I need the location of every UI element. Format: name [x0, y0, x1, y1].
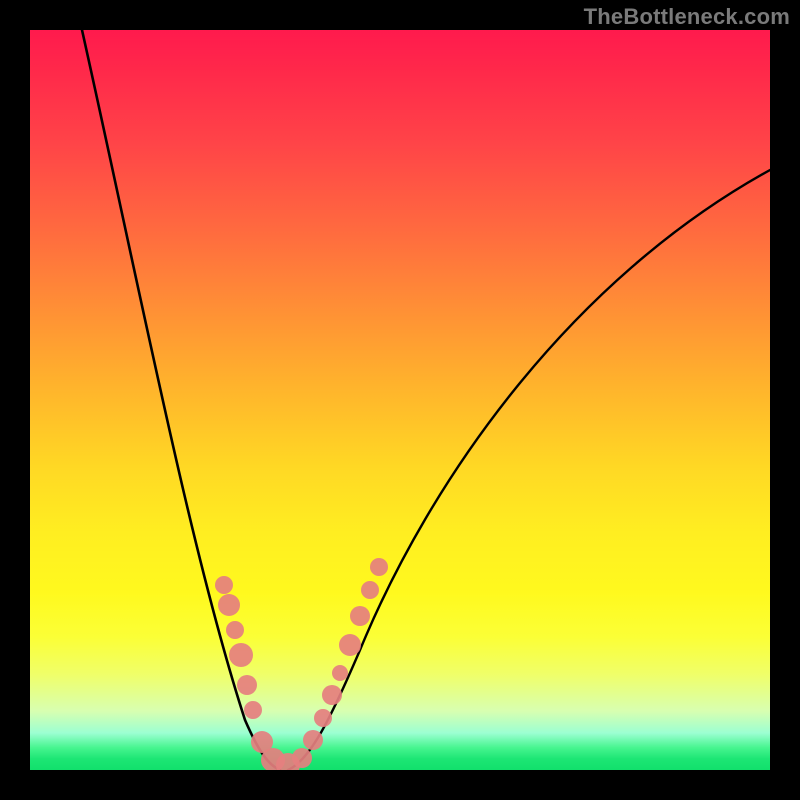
curve-marker: [292, 748, 312, 768]
curve-marker: [244, 701, 262, 719]
marker-group: [215, 558, 388, 770]
curve-marker: [314, 709, 332, 727]
curve-marker: [229, 643, 253, 667]
curve-marker: [237, 675, 257, 695]
curve-marker: [226, 621, 244, 639]
curve-marker: [322, 685, 342, 705]
chart-svg: [30, 30, 770, 770]
curve-marker: [218, 594, 240, 616]
plot-area: [30, 30, 770, 770]
watermark-text: TheBottleneck.com: [584, 4, 790, 30]
curve-group: [82, 30, 770, 770]
curve-marker: [303, 730, 323, 750]
curve-marker: [332, 665, 348, 681]
curve-right-branch: [288, 170, 770, 770]
curve-marker: [215, 576, 233, 594]
curve-marker: [370, 558, 388, 576]
curve-marker: [339, 634, 361, 656]
outer-frame: TheBottleneck.com: [0, 0, 800, 800]
curve-marker: [361, 581, 379, 599]
curve-marker: [350, 606, 370, 626]
